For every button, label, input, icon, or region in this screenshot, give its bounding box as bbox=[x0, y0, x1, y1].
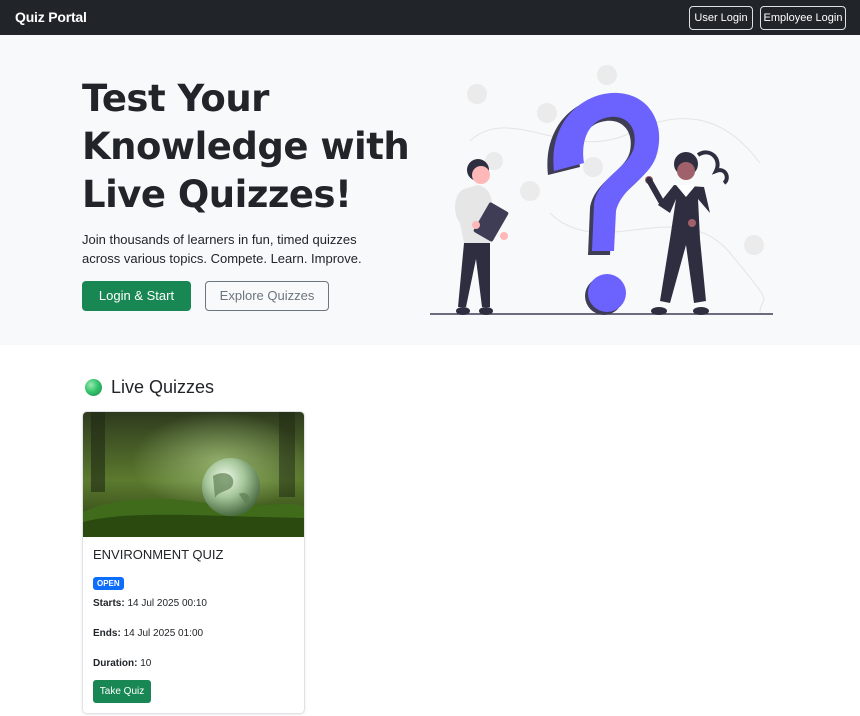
explore-quizzes-button[interactable]: Explore Quizzes bbox=[205, 281, 329, 311]
quiz-duration: Duration: 10 bbox=[93, 658, 151, 669]
section-label: Live Quizzes bbox=[111, 376, 215, 397]
take-quiz-button[interactable]: Take Quiz bbox=[93, 680, 151, 703]
quiz-title: ENVIRONMENT QUIZ bbox=[93, 547, 224, 562]
quiz-end-time: Ends: 14 Jul 2025 01:00 bbox=[93, 628, 203, 639]
starts-value: 14 Jul 2025 00:10 bbox=[127, 598, 207, 609]
duration-label: Duration: bbox=[93, 658, 138, 669]
quiz-start-time: Starts: 14 Jul 2025 00:10 bbox=[93, 598, 207, 609]
starts-label: Starts: bbox=[93, 598, 125, 609]
status-badge: OPEN bbox=[93, 577, 124, 590]
question-mark-people-illustration bbox=[430, 65, 773, 315]
navbar: Quiz Portal User Login Employee Login bbox=[0, 0, 860, 35]
login-start-button[interactable]: Login & Start bbox=[82, 281, 191, 311]
user-login-button[interactable]: User Login bbox=[689, 6, 753, 30]
quiz-cover-image bbox=[83, 412, 304, 537]
hero-subtitle: Join thousands of learners in fun, timed… bbox=[82, 232, 362, 266]
live-indicator-icon bbox=[85, 378, 102, 396]
hero-section: Test Your Knowledge with Live Quizzes! J… bbox=[0, 35, 860, 345]
quiz-card: ENVIRONMENT QUIZ OPEN Starts: 14 Jul 202… bbox=[82, 411, 305, 714]
brand-logo[interactable]: Quiz Portal bbox=[15, 9, 87, 25]
ends-value: 14 Jul 2025 01:00 bbox=[123, 628, 204, 639]
duration-value: 10 bbox=[140, 658, 152, 669]
hero-title: Test Your Knowledge with Live Quizzes! bbox=[82, 77, 410, 216]
ends-label: Ends: bbox=[93, 628, 121, 639]
live-quizzes-heading: Live Quizzes bbox=[85, 376, 214, 398]
employee-login-button[interactable]: Employee Login bbox=[760, 6, 846, 30]
